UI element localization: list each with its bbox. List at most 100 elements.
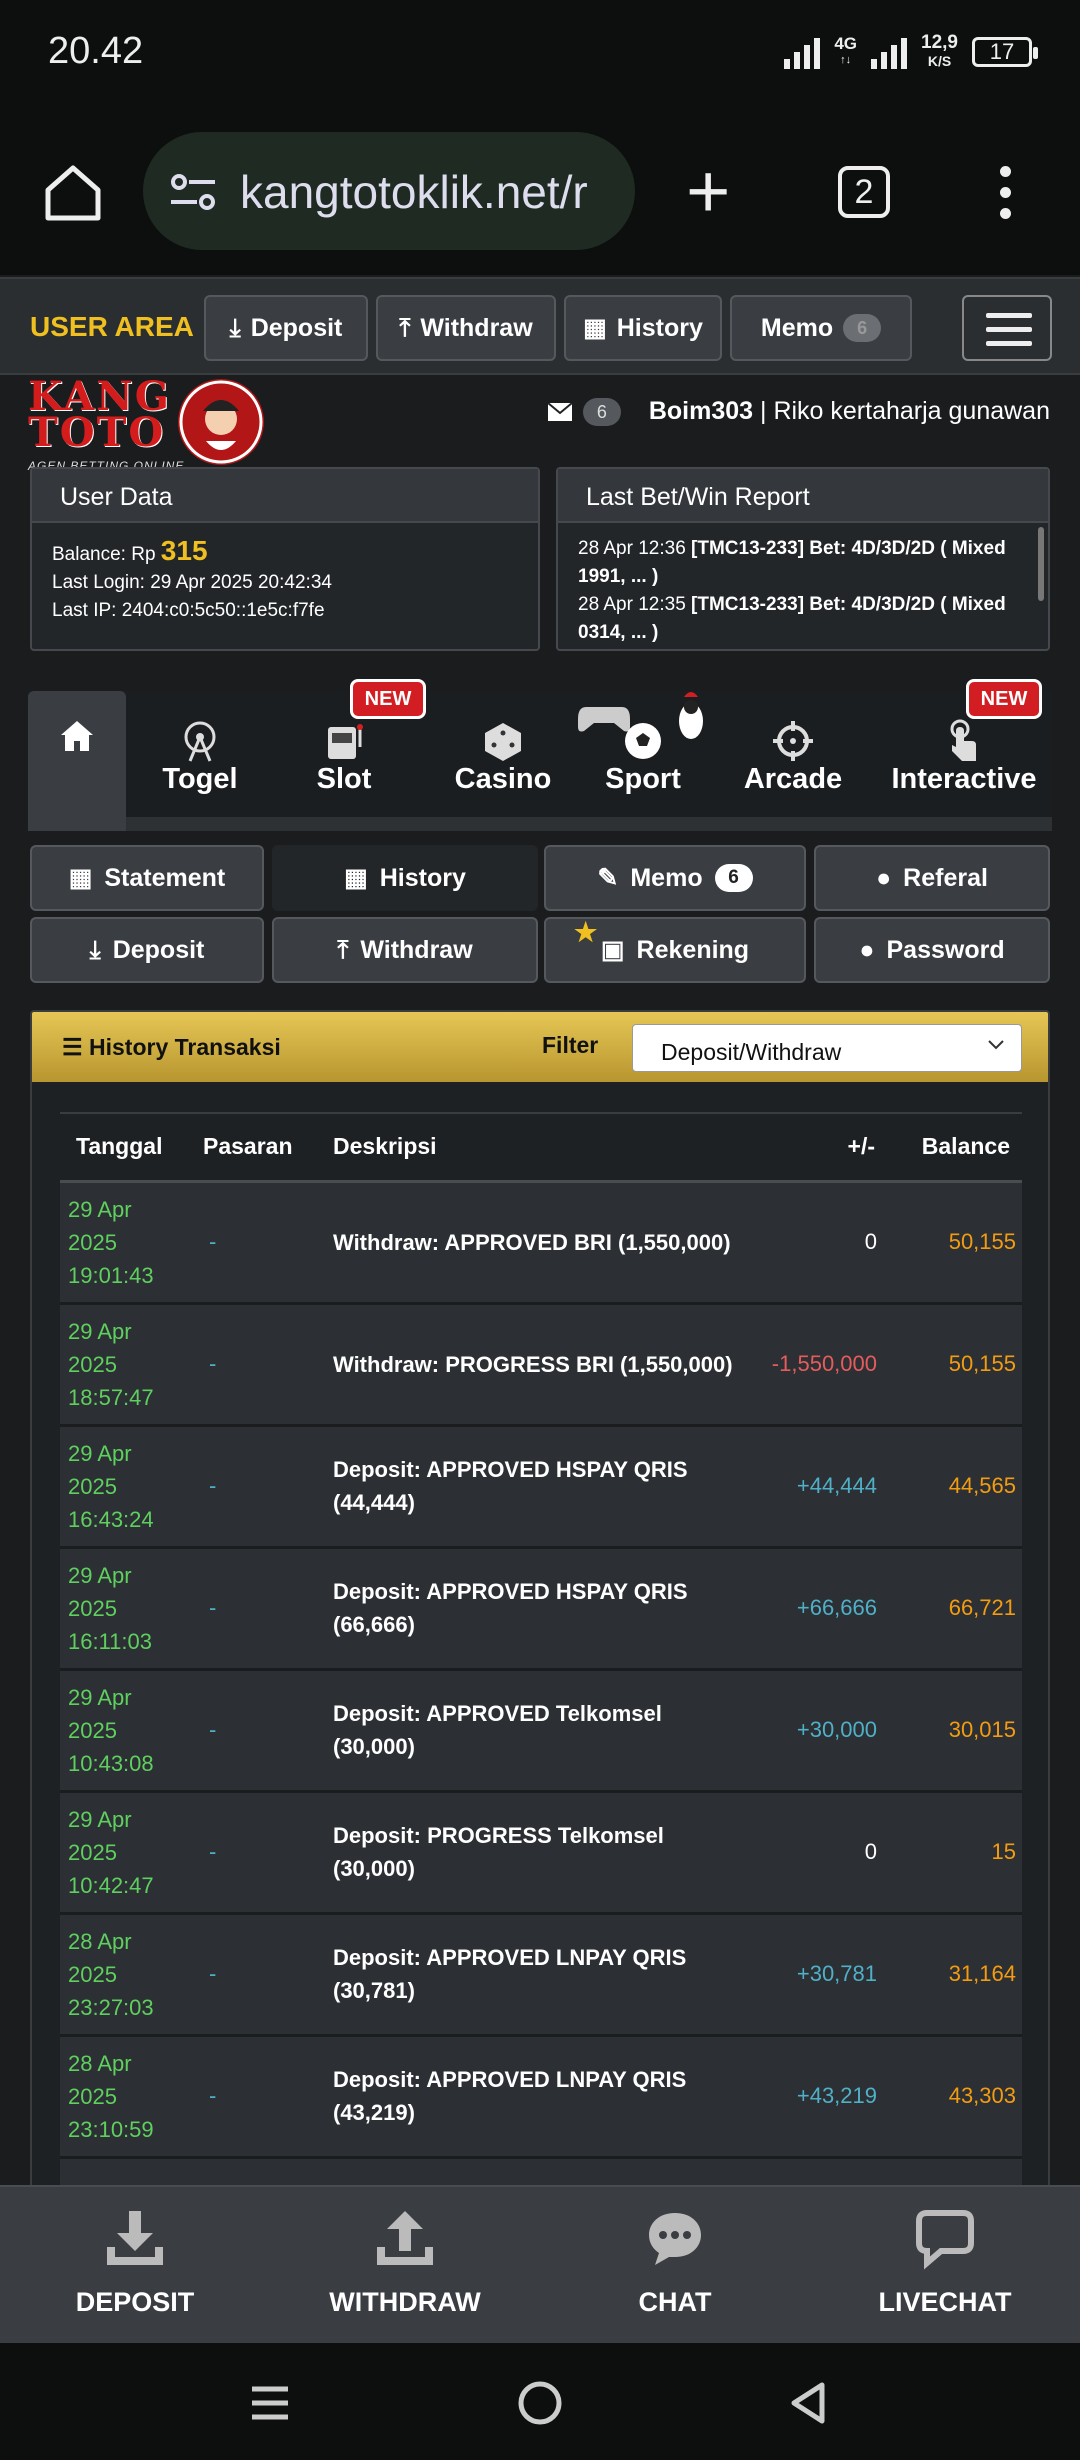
nav-withdraw-button[interactable]: ⤒ Withdraw: [272, 917, 538, 983]
row-pasaran: -: [195, 1547, 325, 1671]
nav-history-button[interactable]: ▦ History: [272, 845, 538, 911]
download-icon: [107, 2211, 163, 2265]
col-amount: +/-: [755, 1112, 885, 1183]
home-icon[interactable]: [40, 160, 106, 226]
username: Boim303: [648, 397, 754, 425]
tab-sport[interactable]: Sport: [578, 691, 708, 815]
user-area-label: USER AREA: [30, 311, 194, 342]
row-description: Withdraw: APPROVED BRI (1,550,000): [325, 1181, 755, 1305]
nav-memo-button[interactable]: ✎ Memo 6: [544, 845, 806, 911]
row-amount: +43,219: [755, 2035, 885, 2159]
full-name: Riko kertaharja gunawan: [773, 397, 1050, 425]
row-amount: +30,000: [755, 1669, 885, 1793]
chevron-down-icon: [988, 1040, 1004, 1050]
top-history-button[interactable]: ▦ History: [564, 295, 722, 361]
nav-rekening-button[interactable]: ★ ▣ Rekening: [544, 917, 806, 983]
history-panel: ☰ History Transaksi Filter Deposit/Withd…: [30, 1010, 1050, 2185]
recent-apps-icon[interactable]: [248, 2381, 292, 2425]
withdraw-icon: ⤒: [337, 935, 349, 964]
action-withdraw-button[interactable]: WITHDRAW: [270, 2187, 540, 2345]
report-scrollbar[interactable]: [1038, 527, 1044, 601]
bet-report-panel: Last Bet/Win Report 28 Apr 12:36 [TMC13-…: [556, 467, 1050, 651]
row-date: 29 Apr 2025 10:43:08: [60, 1669, 195, 1793]
calendar-icon: ▦: [583, 314, 607, 342]
row-date: 29 Apr 2025 18:57:47: [60, 1303, 195, 1427]
back-icon[interactable]: [786, 2379, 830, 2427]
tab-slot[interactable]: Slot NEW: [284, 679, 426, 815]
action-deposit-button[interactable]: DEPOSIT: [0, 2187, 270, 2345]
last-ip: Last IP: 2404:c0:5c50::1e5c:f7fe: [52, 600, 325, 621]
user-data-title: User Data: [32, 469, 538, 523]
row-balance: 50,155: [885, 1303, 1022, 1427]
tab-arcade[interactable]: Arcade: [728, 691, 858, 815]
nav-deposit-button[interactable]: ⤓ Deposit: [30, 917, 264, 983]
tab-switcher-button[interactable]: 2: [838, 166, 890, 218]
bet-report-title: Last Bet/Win Report: [558, 469, 1048, 523]
list-icon: ☰: [62, 1034, 83, 1060]
nav-statement-button[interactable]: ▦ Statement: [30, 845, 264, 911]
row-amount: 0: [755, 1791, 885, 1915]
url-text: kangtotoklik.net/r: [240, 166, 588, 218]
col-deskripsi: Deskripsi: [325, 1112, 755, 1183]
col-tanggal: Tanggal: [60, 1112, 195, 1183]
browser-menu-icon[interactable]: [1000, 166, 1014, 229]
network-speed: 12,9 K/S: [921, 32, 958, 69]
user-icon: ●: [876, 863, 892, 892]
row-amount: [755, 2157, 885, 2185]
tab-togel[interactable]: Togel: [140, 691, 260, 815]
calendar-icon: ▦: [68, 864, 93, 892]
tab-home[interactable]: [28, 691, 126, 831]
tab-interactive[interactable]: Interactive NEW: [874, 679, 1054, 815]
row-balance: 31,164: [885, 1913, 1022, 2037]
upload-icon: [377, 2211, 433, 2265]
browser-toolbar: kangtotoklik.net/r + 2: [0, 110, 1080, 275]
row-balance: 50,155: [885, 1181, 1022, 1305]
row-date: 29 Apr 2025 10:42:47: [60, 1791, 195, 1915]
slot-machine-icon: [328, 724, 363, 759]
top-withdraw-button[interactable]: ⤒ Withdraw: [376, 295, 556, 361]
row-pasaran: -: [195, 1913, 325, 2037]
new-tab-button[interactable]: +: [686, 154, 730, 230]
nav-referal-button[interactable]: ● Referal: [814, 845, 1050, 911]
action-livechat-button[interactable]: LIVECHAT: [810, 2187, 1080, 2345]
tab-casino[interactable]: Casino: [438, 691, 568, 815]
system-nav-bar: [0, 2343, 1080, 2460]
touch-icon: [950, 719, 976, 761]
row-balance: 30,015: [885, 1669, 1022, 1793]
nav-password-button[interactable]: ● Password: [814, 917, 1050, 983]
home-circle-icon[interactable]: [516, 2379, 564, 2427]
row-description: Deposit: APPROVED LNPAY QRIS (30,781): [325, 1913, 755, 2037]
row-amount: +66,666: [755, 1547, 885, 1671]
row-pasaran: -: [195, 1425, 325, 1549]
action-chat-button[interactable]: CHAT: [540, 2187, 810, 2345]
deposit-icon: ⤓: [229, 313, 241, 342]
calendar-icon: ▦: [344, 864, 368, 892]
table-header-row: Tanggal Pasaran Deskripsi +/- Balance: [60, 1112, 1022, 1183]
row-date: 28 Apr 2025 23:27:03: [60, 1913, 195, 2037]
row-amount: +30,781: [755, 1913, 885, 2037]
user-icon: ●: [859, 935, 875, 964]
hamburger-menu-icon[interactable]: [962, 295, 1052, 361]
balance-value: 315: [160, 535, 208, 566]
memo-badge: 6: [843, 314, 882, 342]
history-table: Tanggal Pasaran Deskripsi +/- Balance 29…: [60, 1112, 1022, 2185]
history-title: History Transaksi: [89, 1034, 281, 1060]
top-memo-button[interactable]: Memo 6: [730, 295, 912, 361]
row-pasaran: -: [195, 1791, 325, 1915]
row-pasaran: -: [195, 1303, 325, 1427]
row-balance: 66,721: [885, 1547, 1022, 1671]
site-settings-icon[interactable]: [169, 172, 217, 212]
col-pasaran: Pasaran: [195, 1112, 325, 1183]
filter-select[interactable]: Deposit/Withdraw: [632, 1024, 1022, 1072]
mail-count-badge: 6: [582, 397, 621, 426]
site-logo[interactable]: KANG TOTO AGEN BETTING ONLINE: [28, 377, 268, 475]
top-deposit-button[interactable]: ⤓ Deposit: [204, 295, 368, 361]
category-tabs: Togel Slot NEW Casino Sport Arcade Inter…: [28, 679, 1054, 831]
row-amount: 0: [755, 1181, 885, 1305]
mail-icon[interactable]: [547, 401, 573, 422]
address-bar[interactable]: kangtotoklik.net/r: [143, 132, 635, 250]
rooster-icon: [679, 692, 703, 739]
user-data-panel: User Data Balance: Rp 315 Last Login: 29…: [30, 467, 540, 651]
table-row: 29 Apr 2025 19:01:43- Withdraw: APPROVED BR…: [60, 1181, 1022, 1305]
edit-icon: ✎: [597, 864, 619, 892]
